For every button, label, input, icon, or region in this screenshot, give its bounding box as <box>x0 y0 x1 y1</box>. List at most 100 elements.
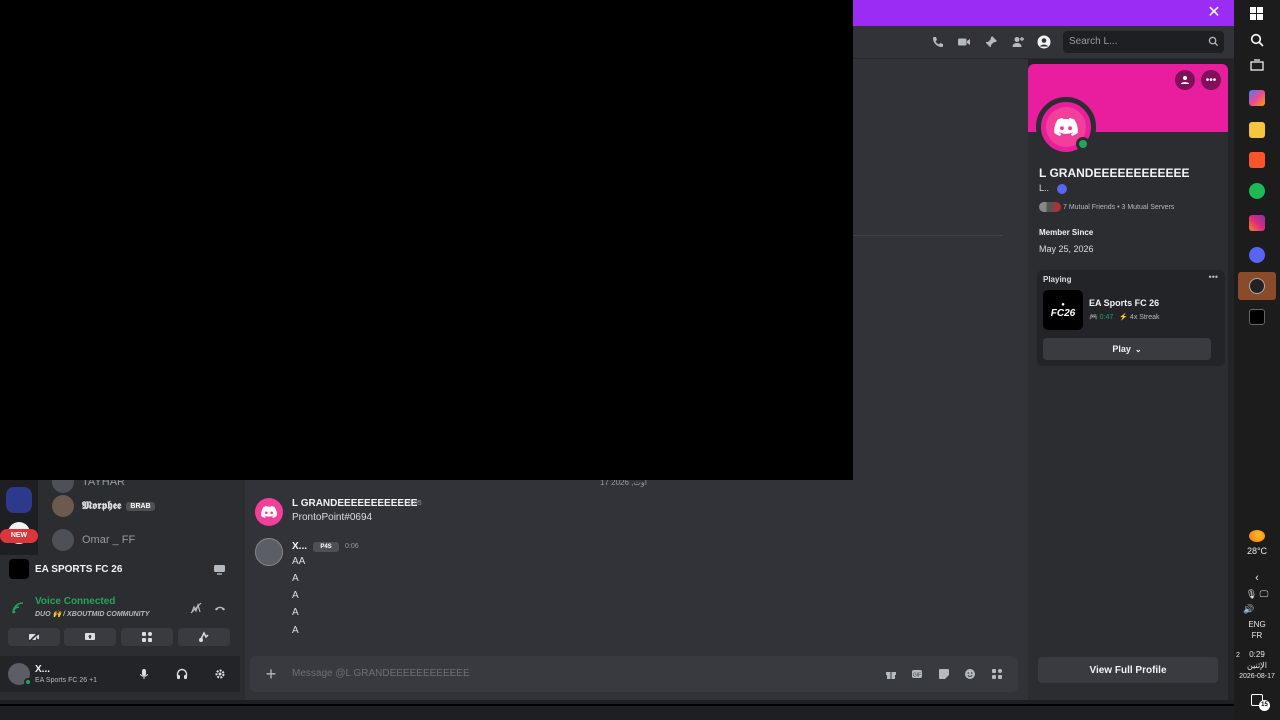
brave-browser-icon[interactable] <box>1249 152 1265 168</box>
windows-start-icon[interactable] <box>1250 7 1263 20</box>
gift-icon[interactable] <box>885 668 897 680</box>
video-icon[interactable] <box>957 35 971 49</box>
soundboard-icon <box>199 631 209 642</box>
screen-share-icon <box>85 633 95 640</box>
message-text: A <box>292 607 299 618</box>
ea-app-icon[interactable] <box>1249 278 1265 294</box>
chevron-left-icon[interactable]: ‹ <box>1234 572 1280 584</box>
message-author[interactable]: X... <box>292 541 307 552</box>
system-tray-icons[interactable]: 🎙 🖵 <box>1234 589 1280 600</box>
message-composer[interactable]: + Message @L GRANDEEEEEEEEEEEE GIF <box>250 656 1018 692</box>
discord-logo-icon <box>261 506 277 518</box>
game-activity-bar[interactable]: EA SPORTS FC 26 <box>0 555 240 585</box>
mutuals[interactable]: 7 Mutual Friends • 3 Mutual Servers <box>1039 202 1174 212</box>
weather-icon[interactable] <box>1249 530 1265 542</box>
sticker-icon[interactable] <box>938 668 950 680</box>
mutuals-text: 7 Mutual Friends • 3 Mutual Servers <box>1063 203 1175 211</box>
volume-icon[interactable]: 🔊 <box>1234 604 1280 615</box>
file-explorer-icon[interactable] <box>1249 122 1265 138</box>
search-input[interactable]: Search L... <box>1063 31 1224 53</box>
server-icon[interactable] <box>6 487 32 513</box>
more-options-button[interactable]: ••• <box>1201 70 1221 90</box>
copilot-icon[interactable] <box>1249 90 1265 106</box>
member-since-value: May 25, 2026 <box>1039 244 1094 254</box>
controller-icon: 🎮 <box>1089 314 1098 321</box>
more-icon[interactable]: ••• <box>1209 272 1218 282</box>
language-secondary[interactable]: FR <box>1234 631 1280 640</box>
signal-icon[interactable] <box>12 602 24 614</box>
fc26-game-icon[interactable] <box>1249 309 1265 325</box>
add-attachment-icon[interactable]: + <box>262 665 280 683</box>
add-friend-button[interactable] <box>1175 70 1195 90</box>
disconnect-icon[interactable] <box>214 602 226 614</box>
status-dot <box>24 678 32 686</box>
video-off-icon <box>28 631 40 643</box>
emoji-icon[interactable] <box>964 668 976 680</box>
username-text: L.. <box>1039 183 1050 193</box>
user-name[interactable]: X... <box>35 664 50 675</box>
user-profile-icon[interactable] <box>1037 35 1051 49</box>
play-label: Play <box>1112 344 1131 354</box>
language-primary[interactable]: ENG <box>1234 620 1280 629</box>
activities-button[interactable] <box>121 628 173 646</box>
soundboard-button[interactable] <box>178 628 230 646</box>
search-icon[interactable] <box>1250 33 1264 47</box>
close-icon[interactable]: ✕ <box>1206 5 1222 21</box>
playing-label: Playing <box>1043 275 1072 284</box>
settings-gear-icon[interactable] <box>214 668 226 680</box>
search-placeholder: Search L... <box>1069 36 1118 47</box>
member-item[interactable]: Omar _ FF <box>52 529 135 551</box>
screen-share-button[interactable] <box>64 628 116 646</box>
clan-tag: BRAB <box>126 501 155 511</box>
composer-placeholder: Message @L GRANDEEEEEEEEEEEE <box>292 668 470 679</box>
message-avatar[interactable] <box>255 538 283 566</box>
message-author[interactable]: L GRANDEEEEEEEEEEEE <box>292 498 417 509</box>
headphones-icon[interactable] <box>176 668 188 680</box>
notification-count: 15 <box>1259 700 1270 711</box>
profile-display-name: L GRANDEEEEEEEEEEEE <box>1039 166 1190 180</box>
instagram-icon[interactable] <box>1249 215 1265 231</box>
clock-time[interactable]: 0:29 <box>1234 650 1280 659</box>
message-text: A <box>292 590 299 601</box>
call-icon[interactable] <box>931 35 945 49</box>
voice-channel[interactable]: DUO 🙌 / XBOUTMID COMMUNITY <box>35 610 150 618</box>
add-friend-icon[interactable] <box>1011 35 1025 49</box>
voice-status[interactable]: Voice Connected <box>35 596 115 607</box>
discord-icon[interactable] <box>1249 247 1265 263</box>
server-rail <box>0 480 38 555</box>
activity-icon[interactable] <box>213 563 226 576</box>
avatar <box>52 529 74 551</box>
activities-icon <box>142 632 152 642</box>
temperature[interactable]: 28°C <box>1234 546 1280 556</box>
game-time: 0:47 <box>1099 314 1114 321</box>
pin-icon[interactable] <box>984 35 998 49</box>
new-badge: NEW <box>0 529 38 543</box>
clock-day: الإثنين <box>1247 661 1267 670</box>
more-icon: ••• <box>1205 74 1217 86</box>
noise-suppression-icon[interactable] <box>190 602 202 614</box>
game-name: EA Sports FC 26 <box>1089 298 1160 308</box>
spotify-icon[interactable] <box>1249 183 1265 199</box>
view-full-profile-button[interactable]: View Full Profile <box>1038 657 1218 683</box>
microphone-icon[interactable] <box>138 668 150 680</box>
user-panel: X... EA Sports FC 26 +1 <box>0 656 240 692</box>
member-item[interactable]: 𝕸𝖔𝖗𝖕𝖍𝖊𝖊 BRAB <box>52 495 155 517</box>
apps-icon[interactable] <box>991 668 1003 680</box>
badge-icon[interactable] <box>1056 183 1067 194</box>
member-name: Omar _ FF <box>82 534 136 546</box>
play-button[interactable]: Play ⌄ <box>1043 338 1211 360</box>
message-timestamp: 0:06 <box>345 543 359 550</box>
bottom-strip <box>0 700 1234 720</box>
chevron-down-icon: ⌄ <box>1134 344 1142 354</box>
message-text: A <box>292 625 299 636</box>
member-since-label: Member Since <box>1039 228 1094 237</box>
task-view-icon[interactable] <box>1250 59 1264 73</box>
search-icon <box>1208 36 1219 47</box>
online-status-dot <box>1076 137 1090 151</box>
profile-panel: ••• L GRANDEEEEEEEEEEEE L.. 7 Mutual Fri… <box>1028 59 1234 700</box>
gif-icon[interactable]: GIF <box>911 668 923 680</box>
message-avatar[interactable] <box>255 498 283 526</box>
svg-text:GIF: GIF <box>913 672 921 678</box>
game-icon <box>9 559 29 579</box>
video-toggle-button[interactable] <box>8 628 60 646</box>
